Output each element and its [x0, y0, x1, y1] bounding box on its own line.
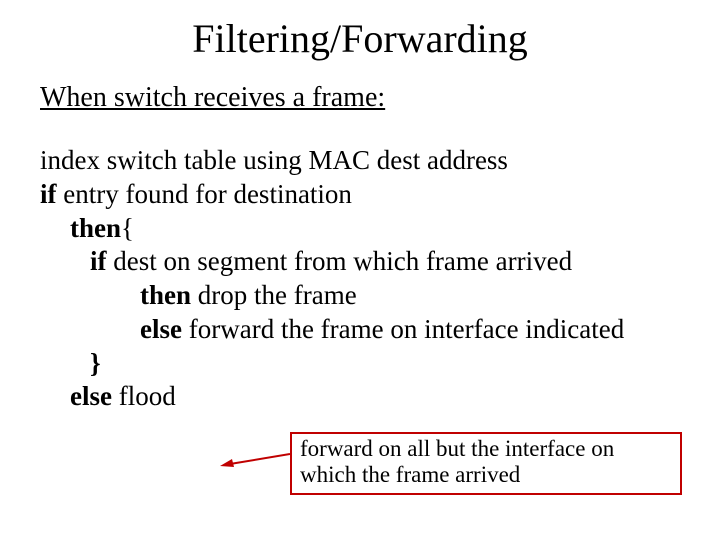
slide-subheading: When switch receives a frame:: [40, 82, 680, 114]
pseudocode-block: index switch table using MAC dest addres…: [40, 144, 680, 414]
arrow-icon: [220, 450, 290, 470]
code-text: entry found for destination: [57, 179, 352, 209]
code-line: index switch table using MAC dest addres…: [40, 144, 680, 178]
code-text: flood: [112, 381, 176, 411]
slide: Filtering/Forwarding When switch receive…: [0, 0, 720, 540]
code-line: }: [40, 347, 680, 381]
keyword-if: if: [40, 179, 57, 209]
code-line: else flood: [40, 380, 680, 414]
code-line: if dest on segment from which frame arri…: [40, 245, 680, 279]
code-line: then drop the frame: [40, 279, 680, 313]
keyword-then: then: [70, 213, 121, 243]
slide-title: Filtering/Forwarding: [40, 15, 680, 62]
callout-box: forward on all but the interface on whic…: [290, 432, 682, 495]
keyword-else: else: [70, 381, 112, 411]
keyword-else: else: [140, 314, 182, 344]
keyword-if: if: [90, 246, 107, 276]
code-text: {: [121, 213, 134, 243]
code-line: if entry found for destination: [40, 178, 680, 212]
code-text: dest on segment from which frame arrived: [107, 246, 573, 276]
keyword-then: then: [140, 280, 191, 310]
code-line: else forward the frame on interface indi…: [40, 313, 680, 347]
code-text: forward the frame on interface indicated: [182, 314, 624, 344]
code-text: drop the frame: [191, 280, 357, 310]
code-line: then{: [40, 212, 680, 246]
